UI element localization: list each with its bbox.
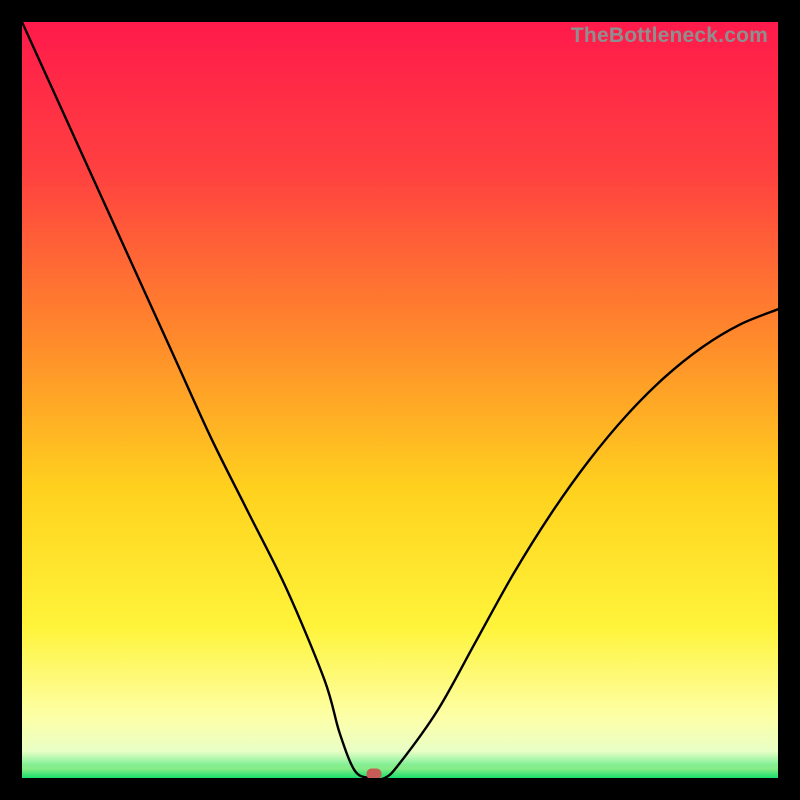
bottleneck-curve	[22, 22, 778, 778]
chart-frame: { "watermark": "TheBottleneck.com", "col…	[0, 0, 800, 800]
minimum-marker	[366, 769, 381, 779]
watermark-text: TheBottleneck.com	[571, 24, 768, 48]
plot-area: TheBottleneck.com	[22, 22, 778, 778]
